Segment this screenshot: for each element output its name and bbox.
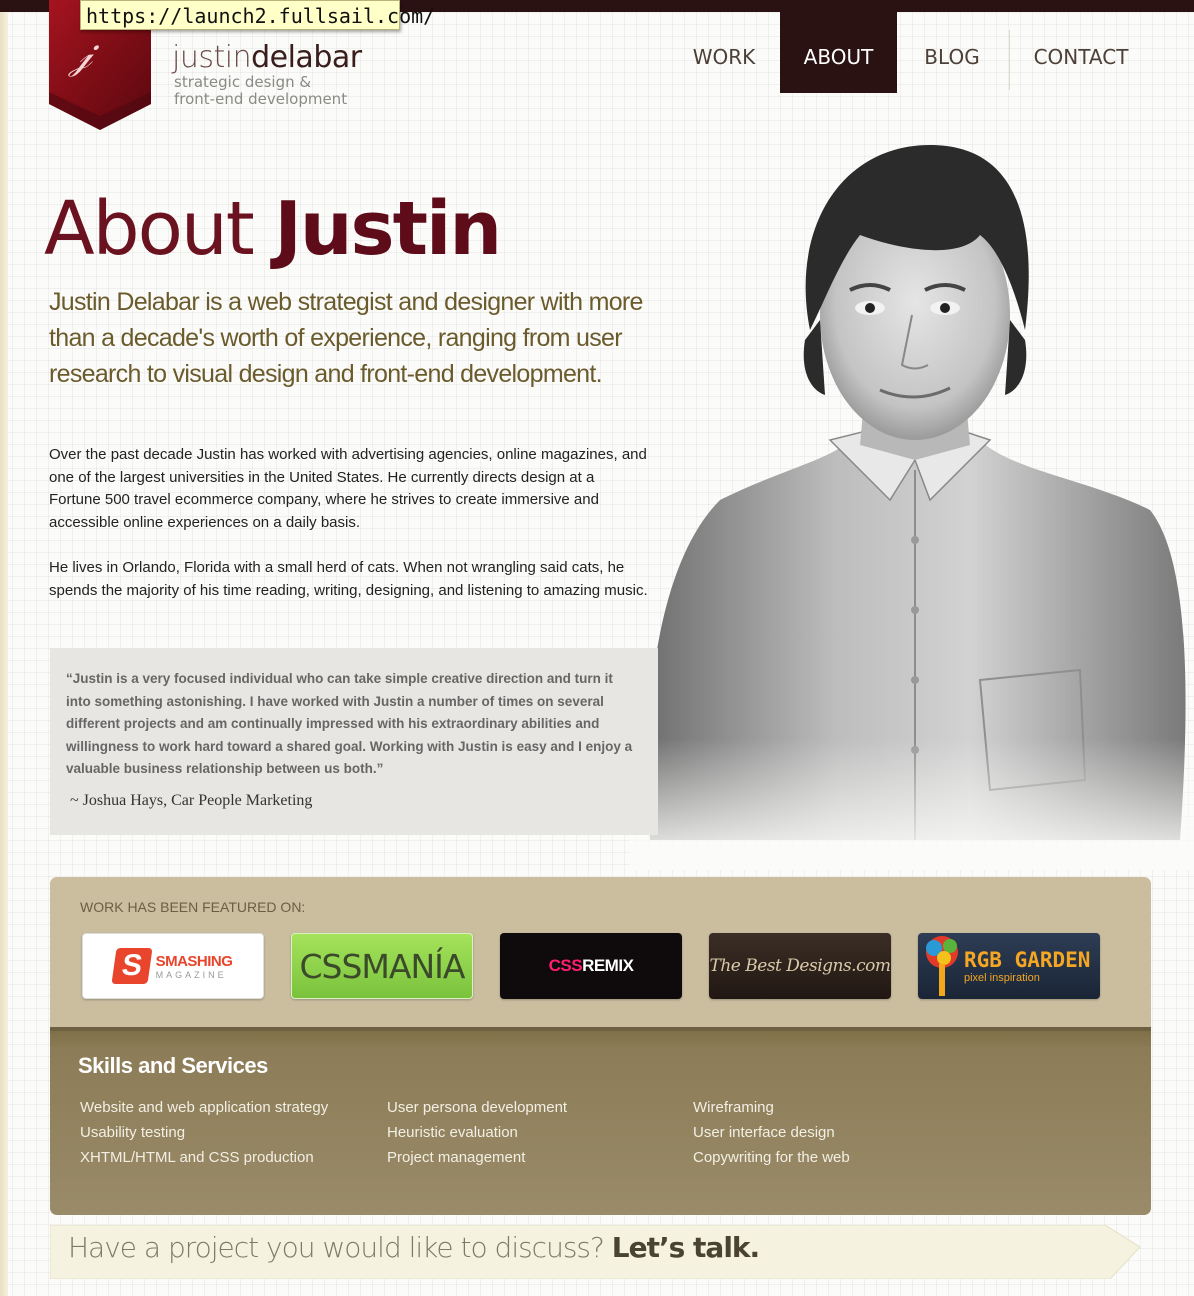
page-title: About Justin bbox=[44, 186, 502, 272]
skill-item: XHTML/HTML and CSS production bbox=[80, 1149, 314, 1166]
smashing-s-icon: S bbox=[111, 948, 153, 984]
nav-work[interactable]: WORK bbox=[672, 12, 776, 93]
skill-item: Copywriting for the web bbox=[693, 1149, 850, 1166]
cssremix-remix: REMIX bbox=[582, 956, 634, 975]
logo-monogram: 𝒿 bbox=[70, 32, 92, 78]
badge-rgbgarden[interactable]: RGB GARDEN pixel inspiration bbox=[918, 933, 1100, 999]
skill-item: User interface design bbox=[693, 1124, 835, 1141]
portrait-photo bbox=[630, 140, 1194, 870]
nav-divider bbox=[1009, 30, 1010, 90]
intro-lead: Justin Delabar is a web strategist and d… bbox=[49, 288, 643, 388]
featured-title: WORK HAS BEEN FEATURED ON: bbox=[80, 899, 306, 915]
url-tooltip: https://launch2.fullsail.com/ bbox=[80, 0, 435, 30]
badge-cssremix[interactable]: CSSREMIX bbox=[500, 933, 682, 999]
testimonial-citation: ~ Joshua Hays, Car People Marketing bbox=[70, 792, 313, 809]
tree-icon bbox=[926, 936, 958, 996]
bio-paragraph-1: Over the past decade Justin has worked w… bbox=[49, 446, 647, 531]
brand-name[interactable]: justindelabar bbox=[172, 40, 362, 75]
skill-item: Website and web application strategy bbox=[80, 1099, 329, 1116]
cssremix-css: CSS bbox=[548, 956, 583, 975]
rgbgarden-line-1: RGB GARDEN bbox=[964, 948, 1091, 972]
skills-title: Skills and Services bbox=[78, 1053, 268, 1078]
brand-tagline: strategic design & front-end development bbox=[174, 74, 374, 108]
cssmania-wordmark: CSSMANÍA bbox=[299, 946, 466, 986]
skill-item: Wireframing bbox=[693, 1099, 774, 1116]
skill-item: Usability testing bbox=[80, 1124, 186, 1141]
smashing-wordmark: SMASHING MAGAZINE bbox=[156, 953, 233, 980]
left-edge-trim bbox=[0, 0, 8, 1296]
contact-cta[interactable]: Have a project you would like to discuss… bbox=[50, 1225, 1140, 1279]
brand-name-light: justin bbox=[172, 40, 252, 75]
nav-contact[interactable]: CONTACT bbox=[1012, 12, 1150, 93]
skill-item: Project management bbox=[387, 1149, 526, 1166]
featured-panel: WORK HAS BEEN FEATURED ON: S SMASHING MA… bbox=[50, 877, 1151, 1027]
nav-about[interactable]: ABOUT bbox=[780, 12, 897, 93]
skills-panel: Skills and Services Website and web appl… bbox=[50, 1027, 1151, 1215]
cta-lets-talk[interactable]: Let’s talk. bbox=[612, 1231, 760, 1264]
badge-smashing-magazine[interactable]: S SMASHING MAGAZINE bbox=[82, 933, 264, 999]
badge-thebestdesigns[interactable]: The Best Designs.com bbox=[709, 933, 891, 999]
cssremix-wordmark: CSSREMIX bbox=[549, 956, 634, 976]
cta-question: Have a project you would like to discuss… bbox=[68, 1231, 605, 1264]
brand-name-bold: delabar bbox=[251, 40, 362, 75]
smashing-line-1: SMASHING bbox=[155, 952, 233, 970]
badge-cssmania[interactable]: CSSMANÍA bbox=[291, 933, 473, 999]
thebestdesigns-wordmark: The Best Designs.com bbox=[709, 956, 891, 976]
smashing-line-2: MAGAZINE bbox=[155, 969, 227, 980]
nav-blog[interactable]: BLOG bbox=[900, 12, 1004, 93]
bio-paragraph-2: He lives in Orlando, Florida with a smal… bbox=[49, 559, 648, 599]
skill-item: User persona development bbox=[387, 1099, 568, 1116]
cta-text: Have a project you would like to discuss… bbox=[68, 1231, 760, 1264]
tagline-line-2: front-end development bbox=[174, 90, 348, 108]
rgbgarden-line-2: pixel inspiration bbox=[964, 972, 1040, 984]
testimonial-box: “Justin is a very focused individual who… bbox=[50, 648, 658, 835]
tagline-line-1: strategic design & bbox=[174, 73, 312, 91]
page-title-light: About bbox=[44, 186, 255, 272]
skill-item: Heuristic evaluation bbox=[387, 1124, 518, 1141]
page-title-bold: Justin bbox=[274, 186, 502, 272]
testimonial-quote: “Justin is a very focused individual who… bbox=[66, 671, 633, 777]
rgbgarden-wordmark: RGB GARDEN pixel inspiration bbox=[964, 948, 1090, 984]
